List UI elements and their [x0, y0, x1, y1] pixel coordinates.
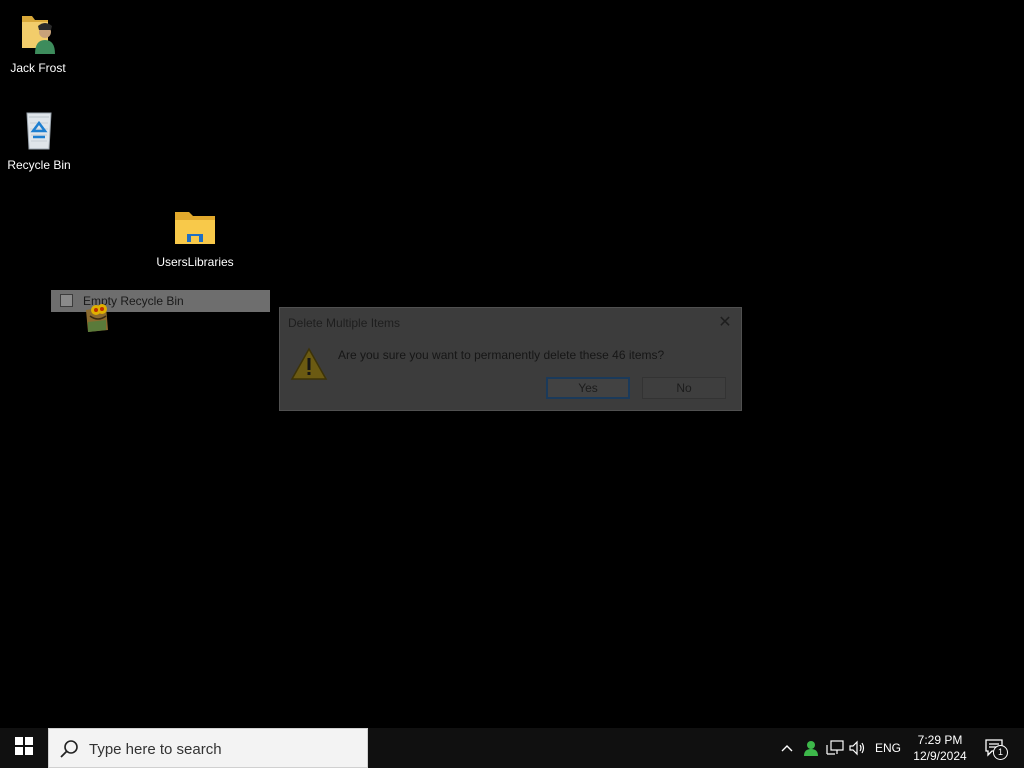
clock-time: 7:29 PM [917, 733, 963, 747]
warning-icon [290, 347, 328, 386]
show-hidden-icons-chevron-icon[interactable] [776, 728, 798, 768]
windows-logo-icon [15, 736, 33, 760]
user-folder-icon [0, 10, 78, 57]
dialog-message: Are you sure you want to permanently del… [338, 348, 665, 362]
desktop[interactable]: Jack Frost Recycle Bin UsersLibraries Em… [0, 0, 1024, 728]
no-button[interactable]: No [642, 377, 726, 399]
action-center-button[interactable]: 1 [980, 728, 1010, 768]
desktop-icon-recycle-bin[interactable]: Recycle Bin [0, 107, 79, 172]
network-icon[interactable] [824, 728, 846, 768]
yes-button[interactable]: Yes [546, 377, 630, 399]
recycle-bin-icon [0, 107, 79, 154]
start-button[interactable] [0, 728, 48, 768]
notification-icon: 1 [984, 738, 1008, 760]
taskbar: Type here to search ENG 7:29 PM 12/9/202… [0, 728, 1024, 768]
clock-date: 12/9/2024 [913, 749, 967, 763]
delete-confirm-dialog[interactable]: Delete Multiple Items ✕ Are you sure you… [279, 307, 742, 411]
search-icon [59, 739, 79, 764]
desktop-icon-label: UsersLibraries [156, 255, 234, 269]
volume-icon[interactable] [846, 728, 868, 768]
desktop-icon-userslibraries[interactable]: UsersLibraries [155, 208, 235, 269]
bonzi-sprite-icon [82, 300, 112, 339]
close-icon[interactable]: ✕ [715, 312, 735, 332]
language-indicator[interactable]: ENG [872, 728, 904, 768]
recycle-bin-icon [60, 294, 73, 307]
taskbar-search-box[interactable]: Type here to search [48, 728, 368, 768]
search-placeholder: Type here to search [89, 741, 222, 758]
people-icon[interactable] [800, 728, 822, 768]
desktop-icon-label: Recycle Bin [7, 158, 71, 172]
folder-icon [155, 208, 235, 251]
desktop-icon-label: Jack Frost [10, 61, 66, 75]
desktop-icon-jack-frost[interactable]: Jack Frost [0, 10, 78, 75]
clock[interactable]: 7:29 PM 12/9/2024 [908, 728, 972, 768]
dialog-title: Delete Multiple Items [288, 316, 401, 330]
notification-count-badge: 1 [993, 745, 1008, 760]
